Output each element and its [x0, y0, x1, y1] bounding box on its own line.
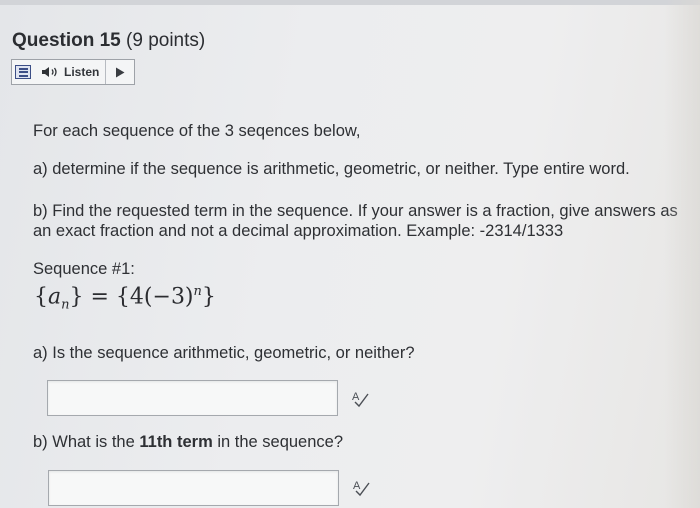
- formula-subscript: n: [61, 297, 70, 313]
- play-icon: [116, 67, 125, 77]
- question-points: (9 points): [126, 30, 206, 51]
- svg-text:A: A: [352, 391, 360, 403]
- formula-exponent: n: [193, 284, 202, 299]
- answer-b-input[interactable]: [48, 470, 339, 506]
- listen-button[interactable]: Listen: [31, 60, 107, 84]
- sequence-label: Sequence #1:: [33, 260, 135, 278]
- listen-label: Listen: [64, 65, 100, 79]
- question-b-term: 11th term: [139, 433, 213, 451]
- play-button[interactable]: [106, 67, 134, 78]
- question-a-prompt: a) Is the sequence arithmetic, geometric…: [33, 344, 415, 362]
- list-menu-icon[interactable]: [15, 65, 31, 79]
- read-aloud-toolbar: Listen: [11, 59, 135, 85]
- page-top-border: [0, 0, 700, 5]
- spell-check-icon[interactable]: A: [350, 389, 370, 409]
- question-number: Question 15: [12, 30, 121, 51]
- instruction-part-a: a) determine if the sequence is arithmet…: [33, 160, 630, 178]
- svg-text:A: A: [353, 480, 361, 492]
- page-shadow-edge: [664, 0, 700, 508]
- question-b-prompt-end: in the sequence?: [212, 433, 344, 451]
- question-title: Question 15 (9 points): [12, 30, 205, 52]
- question-b-prompt: b) What is the 11th term in the sequence…: [33, 433, 343, 452]
- instruction-part-b: b) Find the requested term in the sequen…: [33, 202, 678, 240]
- instructions-intro: For each sequence of the 3 seqences belo…: [33, 122, 361, 140]
- formula-coefficient: 4: [129, 284, 144, 310]
- sequence-formula: {an} = {4(−3)n}: [34, 284, 216, 313]
- question-b-prompt-start: b) What is the: [33, 433, 140, 451]
- speaker-icon: [42, 67, 57, 77]
- formula-base: (−3): [143, 284, 194, 310]
- spell-check-icon[interactable]: A: [351, 478, 371, 498]
- answer-a-input[interactable]: [47, 380, 338, 416]
- formula-variable: a: [48, 284, 62, 310]
